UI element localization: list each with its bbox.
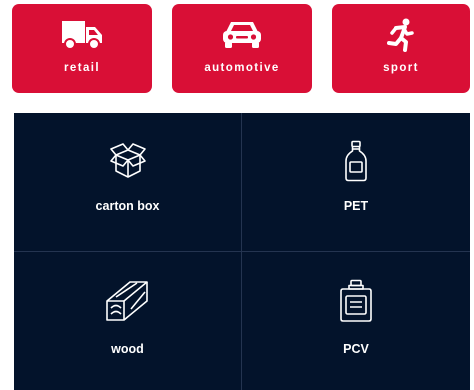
material-pcv[interactable]: PCV — [242, 252, 470, 390]
automotive-label: automotive — [204, 62, 280, 74]
carton-box-label: carton box — [95, 199, 160, 213]
material-pet[interactable]: PET — [242, 113, 470, 251]
pet-label: PET — [343, 199, 369, 213]
pet-bottle-icon — [343, 139, 369, 183]
pcv-label: PCV — [343, 342, 369, 356]
industry-buttons: retail automotive sport — [0, 0, 474, 100]
carton-box-icon — [108, 139, 148, 183]
truck-icon — [61, 18, 103, 52]
material-carton-box[interactable]: carton box — [14, 113, 241, 251]
material-wood[interactable]: wood — [14, 252, 241, 390]
wood-label: wood — [111, 342, 144, 356]
automotive-button[interactable]: automotive — [172, 4, 312, 93]
sport-label: sport — [383, 62, 419, 74]
wood-plank-icon — [104, 278, 152, 324]
canister-icon — [338, 278, 374, 324]
sport-button[interactable]: sport — [332, 4, 470, 93]
retail-label: retail — [64, 62, 100, 74]
runner-icon — [386, 18, 416, 52]
retail-button[interactable]: retail — [12, 4, 152, 93]
car-icon — [221, 18, 263, 52]
materials-grid: carton box PET wood PCV — [14, 113, 470, 390]
